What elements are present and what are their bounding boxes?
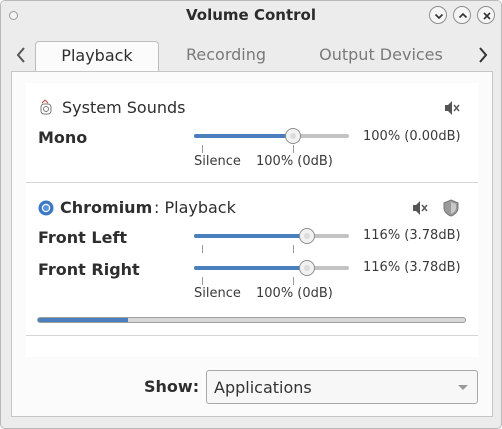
lock-channels-shield-icon[interactable] (443, 199, 459, 221)
channel-label-mono: Mono (38, 128, 88, 147)
tab-bar: Playback Recording Output Devices (9, 41, 493, 72)
close-icon (483, 12, 491, 20)
tab-scroll-right-button[interactable] (473, 41, 493, 69)
scale-tick (293, 245, 294, 253)
stream-name: : Playback (154, 198, 236, 217)
chevron-right-icon (479, 47, 488, 63)
slider-handle[interactable] (299, 260, 315, 276)
slider-fill (194, 266, 308, 270)
channel-label-front-left: Front Left (38, 228, 128, 247)
maximize-button[interactable] (453, 6, 471, 24)
tab-recording[interactable]: Recording (169, 41, 283, 71)
system-sounds-name: System Sounds (62, 98, 186, 117)
volume-slider-front-left[interactable] (194, 228, 349, 244)
tab-scroll-left-button[interactable] (11, 41, 31, 69)
scale-tick (202, 145, 203, 153)
mute-speaker-icon[interactable] (444, 100, 460, 120)
chevron-left-icon (16, 47, 25, 63)
slider-fill (194, 234, 308, 238)
stream-separator (26, 182, 478, 183)
chevron-up-icon (458, 12, 468, 19)
stream-app-name: Chromium (60, 198, 153, 217)
tab-output-devices[interactable]: Output Devices (309, 41, 453, 71)
channel-label-front-right: Front Right (38, 260, 140, 279)
stream-separator (26, 335, 478, 336)
dropdown-arrow-icon (458, 385, 468, 390)
streams-list (26, 83, 478, 357)
system-sounds-icon (39, 99, 53, 119)
title-bar[interactable]: Volume Control (1, 1, 501, 31)
show-filter-select[interactable]: Applications (206, 370, 478, 404)
scale-label-silence: Silence (194, 154, 241, 169)
scale-label-silence: Silence (194, 286, 241, 301)
volume-value-front-left: 116% (3.78dB) (363, 228, 461, 243)
peak-level-meter (37, 317, 466, 323)
chromium-icon (38, 200, 54, 220)
minimize-button[interactable] (429, 6, 447, 24)
chevron-down-icon (434, 13, 444, 20)
volume-slider-mono[interactable] (194, 128, 349, 144)
scale-label-100: 100% (0dB) (256, 154, 333, 169)
tab-playback[interactable]: Playback (35, 41, 159, 72)
slider-handle[interactable] (285, 128, 301, 144)
volume-value-front-right: 116% (3.78dB) (363, 260, 461, 275)
show-label: Show: (144, 377, 200, 396)
scale-tick (293, 277, 294, 285)
window-title: Volume Control (186, 6, 316, 24)
peak-level-fill (38, 318, 128, 322)
show-filter-value: Applications (214, 378, 312, 397)
scale-tick (202, 245, 203, 253)
slider-fill (194, 134, 293, 138)
scale-tick (202, 277, 203, 285)
close-button[interactable] (477, 6, 495, 24)
volume-slider-front-right[interactable] (194, 260, 349, 276)
mute-speaker-icon[interactable] (412, 200, 428, 220)
slider-handle[interactable] (299, 228, 315, 244)
scale-tick (293, 145, 294, 153)
volume-control-window: Volume Control Playback Recording Output… (0, 0, 502, 429)
scale-label-100: 100% (0dB) (256, 286, 333, 301)
volume-value-mono: 100% (0.00dB) (363, 129, 461, 144)
